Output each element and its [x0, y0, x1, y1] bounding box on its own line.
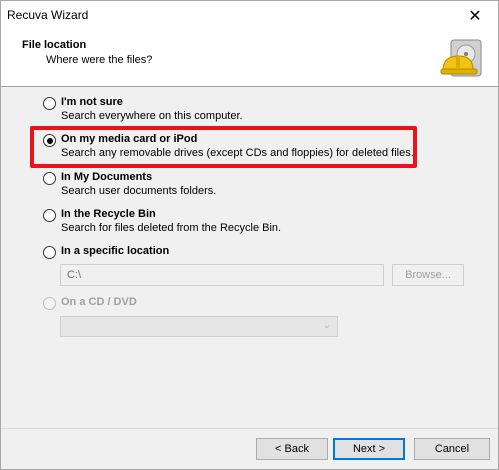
option-label: On a CD / DVD	[61, 296, 137, 308]
page-title: File location	[22, 39, 87, 51]
back-button[interactable]: < Back	[256, 438, 328, 460]
page-subtitle: Where were the files?	[46, 54, 153, 66]
title-bar: Recuva Wizard ✕	[1, 1, 498, 30]
close-icon[interactable]: ✕	[452, 1, 498, 30]
cancel-button[interactable]: Cancel	[414, 438, 490, 460]
radio-cd-dvd[interactable]	[43, 297, 56, 310]
location-path-input[interactable]: C:\	[60, 264, 384, 286]
radio-my-documents[interactable]	[43, 172, 56, 185]
option-label: On my media card or iPod	[61, 133, 198, 145]
option-label: In My Documents	[61, 171, 153, 183]
option-description: Search any removable drives (except CDs …	[61, 147, 414, 159]
next-button[interactable]: Next >	[333, 438, 405, 460]
recuva-wizard-window: Recuva Wizard ✕ File location Where were…	[0, 0, 499, 470]
option-label: I'm not sure	[61, 96, 123, 108]
footer-divider	[1, 428, 498, 429]
window-title: Recuva Wizard	[7, 8, 89, 22]
radio-not-sure[interactable]	[43, 97, 56, 110]
option-description: Search everywhere on this computer.	[61, 110, 243, 122]
radio-specific-location[interactable]	[43, 246, 56, 259]
option-label: In a specific location	[61, 245, 170, 257]
option-description: Search for files deleted from the Recycl…	[61, 222, 282, 234]
wizard-header: File location Where were the files?	[1, 30, 498, 87]
hard-drive-hardhat-icon	[440, 39, 482, 77]
chevron-down-icon: ⌄	[322, 320, 331, 331]
browse-button[interactable]: Browse...	[392, 264, 464, 286]
radio-recycle-bin[interactable]	[43, 209, 56, 222]
option-label: In the Recycle Bin	[61, 208, 156, 220]
option-description: Search user documents folders.	[61, 185, 217, 197]
radio-media-card[interactable]	[43, 134, 56, 147]
cd-drive-select[interactable]: ⌄	[60, 316, 338, 337]
